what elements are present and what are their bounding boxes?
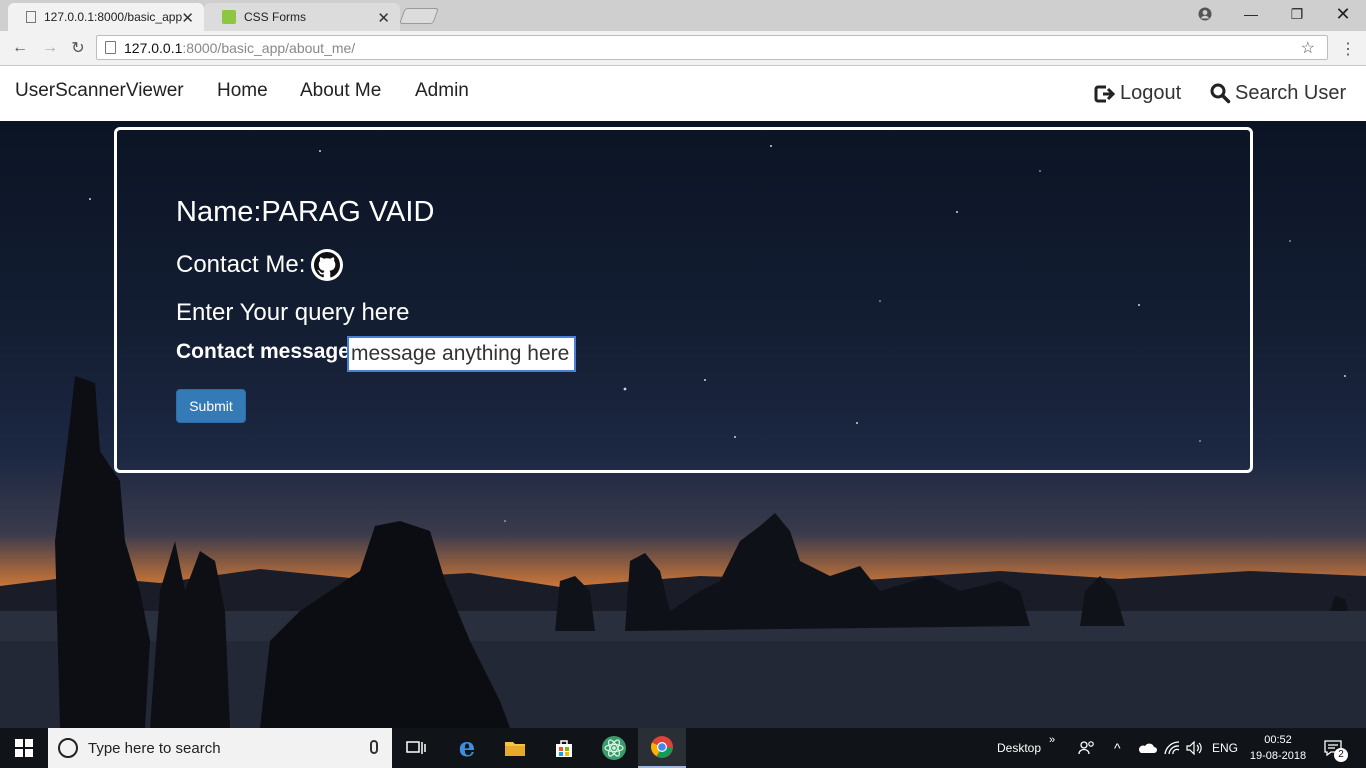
contact-message-label: Contact message: xyxy=(176,340,357,363)
back-icon[interactable]: ← xyxy=(8,37,32,59)
volume-icon[interactable] xyxy=(1186,728,1204,768)
edge-icon[interactable]: e xyxy=(443,728,491,768)
logout-icon xyxy=(1094,85,1116,102)
tab-title: CSS Forms xyxy=(244,10,307,24)
nav-admin[interactable]: Admin xyxy=(415,80,469,102)
file-explorer-icon[interactable] xyxy=(491,728,539,768)
tab-title: 127.0.0.1:8000/basic_app xyxy=(44,10,183,24)
brand-link[interactable]: UserScannerViewer xyxy=(15,80,184,102)
notification-count-badge: 2 xyxy=(1334,748,1348,762)
clock-date: 19-08-2018 xyxy=(1249,750,1307,762)
url-path: :8000/basic_app/about_me/ xyxy=(182,39,356,56)
windows-taskbar: Type here to search e Desktop » ^ ENG 00… xyxy=(0,728,1366,768)
browser-toolbar: ← → ↻ 127.0.0.1:8000/basic_app/about_me/… xyxy=(0,31,1366,66)
windows-logo-icon xyxy=(15,739,33,757)
clock-time: 00:52 xyxy=(1264,734,1292,746)
task-view-icon[interactable] xyxy=(392,728,440,768)
forward-icon[interactable]: → xyxy=(38,37,62,59)
taskbar-search-box[interactable]: Type here to search xyxy=(48,728,392,768)
submit-button[interactable]: Submit xyxy=(176,389,246,423)
show-hidden-icons-icon[interactable]: ^ xyxy=(1114,728,1121,768)
store-icon[interactable] xyxy=(540,728,588,768)
language-label: ENG xyxy=(1212,741,1239,755)
close-tab-icon[interactable]: ✕ xyxy=(377,9,390,27)
url-host: 127.0.0.1 xyxy=(124,39,183,56)
wifi-icon[interactable] xyxy=(1164,728,1180,768)
query-heading: Enter Your query here xyxy=(176,299,410,326)
search-user-label: Search User xyxy=(1235,82,1347,104)
nav-about-me[interactable]: About Me xyxy=(300,80,381,102)
start-button[interactable] xyxy=(0,728,48,768)
address-bar[interactable]: 127.0.0.1:8000/basic_app/about_me/ ☆ xyxy=(96,35,1328,60)
input-language[interactable]: ENG xyxy=(1212,728,1238,768)
search-user-link[interactable]: Search User xyxy=(1210,82,1346,105)
page-info-icon[interactable] xyxy=(105,41,116,54)
onedrive-icon[interactable] xyxy=(1137,728,1157,768)
tab-css-forms[interactable]: CSS Forms ✕ xyxy=(204,3,400,31)
browser-tab-strip: 127.0.0.1:8000/basic_app ✕ CSS Forms ✕ —… xyxy=(0,0,1366,31)
taskbar-search-placeholder: Type here to search xyxy=(88,739,221,757)
toolbar-expand-icon[interactable]: » xyxy=(1049,734,1055,746)
bookmark-star-icon[interactable]: ☆ xyxy=(1301,38,1315,58)
system-clock[interactable]: 00:52 19-08-2018 xyxy=(1245,732,1311,764)
chrome-icon[interactable] xyxy=(638,728,686,768)
profile-name: Name:PARAG VAID xyxy=(176,196,435,228)
contact-me-label: Contact Me: xyxy=(176,251,306,278)
minimize-icon[interactable]: — xyxy=(1228,0,1274,28)
restore-icon[interactable]: ❐ xyxy=(1274,0,1320,28)
w3schools-icon xyxy=(222,10,236,24)
tab-about-me[interactable]: 127.0.0.1:8000/basic_app ✕ xyxy=(8,3,204,31)
logout-label: Logout xyxy=(1120,82,1182,104)
close-tab-icon[interactable]: ✕ xyxy=(181,9,194,27)
microphone-icon[interactable] xyxy=(370,740,378,754)
logout-link[interactable]: Logout xyxy=(1094,82,1181,105)
atom-icon[interactable] xyxy=(590,728,638,768)
github-icon[interactable] xyxy=(311,249,344,281)
reload-icon[interactable]: ↻ xyxy=(66,37,90,59)
desktop-label: Desktop xyxy=(997,741,1042,755)
page-icon xyxy=(26,11,36,23)
search-icon xyxy=(1210,83,1231,104)
site-navbar: UserScannerViewer Home About Me Admin Lo… xyxy=(0,66,1366,121)
new-tab-button[interactable] xyxy=(399,8,439,24)
nav-home[interactable]: Home xyxy=(217,80,268,102)
desktop-toolbar[interactable]: Desktop » xyxy=(997,728,1055,768)
contact-me-row: Contact Me: xyxy=(176,249,344,281)
contact-message-input[interactable] xyxy=(347,336,576,372)
menu-icon[interactable]: ⋮ xyxy=(1340,39,1356,59)
profile-icon[interactable] xyxy=(1182,0,1228,28)
close-window-icon[interactable]: ✕ xyxy=(1320,0,1366,28)
people-icon[interactable] xyxy=(1078,728,1096,768)
cortana-icon xyxy=(58,738,78,758)
